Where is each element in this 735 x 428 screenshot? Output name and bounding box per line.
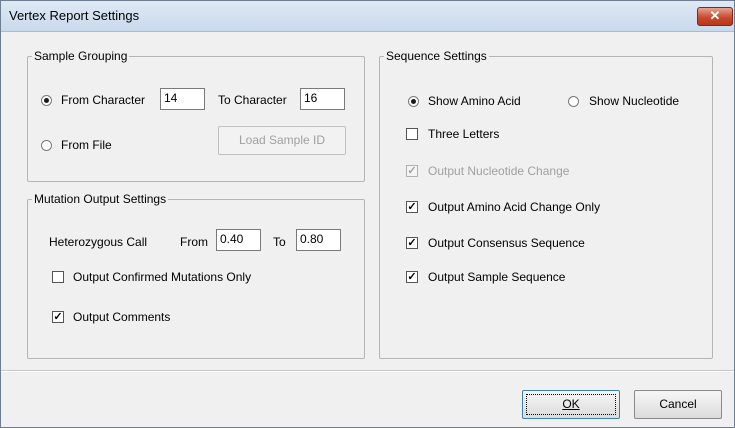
from-file-radio[interactable] xyxy=(41,140,52,151)
dialog-window: Vertex Report Settings ✕ Sample Grouping… xyxy=(0,0,735,428)
sample-grouping-group: Sample Grouping From Character 14 To Cha… xyxy=(27,49,365,182)
close-icon: ✕ xyxy=(709,8,721,23)
het-from-label: From xyxy=(180,235,208,249)
checkmark-icon: ✓ xyxy=(407,165,417,177)
amino-acid-change-checkbox[interactable]: ✓ xyxy=(406,201,418,213)
to-character-label: To Character xyxy=(218,93,287,107)
close-button[interactable]: ✕ xyxy=(697,7,733,26)
footer-separator xyxy=(1,370,734,372)
confirmed-only-label: Output Confirmed Mutations Only xyxy=(73,270,252,284)
nucleotide-change-label: Output Nucleotide Change xyxy=(428,164,570,178)
checkmark-icon: ✓ xyxy=(407,237,417,249)
het-to-input[interactable]: 0.80 xyxy=(296,229,341,251)
load-sample-id-button[interactable]: Load Sample ID xyxy=(218,126,346,155)
output-comments-checkbox[interactable]: ✓ xyxy=(52,311,64,323)
show-nucleotide-label: Show Nucleotide xyxy=(589,94,680,108)
ok-button[interactable]: OK xyxy=(522,390,620,419)
checkmark-icon: ✓ xyxy=(407,271,417,283)
nucleotide-change-checkbox[interactable]: ✓ xyxy=(406,165,418,177)
sample-sequence-checkbox[interactable]: ✓ xyxy=(406,271,418,283)
cancel-button[interactable]: Cancel xyxy=(634,390,722,419)
het-from-input[interactable]: 0.40 xyxy=(216,229,261,251)
title-bar[interactable]: Vertex Report Settings ✕ xyxy=(1,1,734,32)
from-character-input[interactable]: 14 xyxy=(160,88,205,110)
amino-acid-change-label: Output Amino Acid Change Only xyxy=(428,200,601,214)
mutation-output-legend: Mutation Output Settings xyxy=(32,192,169,206)
three-letters-checkbox[interactable] xyxy=(406,128,418,140)
from-character-radio[interactable] xyxy=(41,95,52,106)
to-character-input[interactable]: 16 xyxy=(300,88,345,110)
consensus-sequence-checkbox[interactable]: ✓ xyxy=(406,237,418,249)
three-letters-label: Three Letters xyxy=(428,127,500,141)
focus-rect xyxy=(526,394,616,415)
from-file-label: From File xyxy=(61,138,112,152)
show-amino-acid-label: Show Amino Acid xyxy=(428,94,521,108)
checkmark-icon: ✓ xyxy=(53,311,63,323)
from-character-label: From Character xyxy=(61,93,146,107)
window-title: Vertex Report Settings xyxy=(9,8,140,23)
sample-sequence-label: Output Sample Sequence xyxy=(428,270,566,284)
output-comments-label: Output Comments xyxy=(73,310,171,324)
checkmark-icon: ✓ xyxy=(407,201,417,213)
show-amino-acid-radio[interactable] xyxy=(408,96,419,107)
consensus-sequence-label: Output Consensus Sequence xyxy=(428,236,585,250)
het-to-label: To xyxy=(273,235,286,249)
mutation-output-group: Mutation Output Settings Heterozygous Ca… xyxy=(27,192,365,359)
cancel-label: Cancel xyxy=(659,397,697,411)
heterozygous-call-label: Heterozygous Call xyxy=(49,235,148,249)
sequence-settings-group: Sequence Settings Show Amino Acid Show N… xyxy=(379,49,713,359)
show-nucleotide-radio[interactable] xyxy=(568,96,579,107)
confirmed-only-checkbox[interactable] xyxy=(52,271,64,283)
sequence-settings-legend: Sequence Settings xyxy=(384,49,489,63)
sample-grouping-legend: Sample Grouping xyxy=(32,49,130,63)
